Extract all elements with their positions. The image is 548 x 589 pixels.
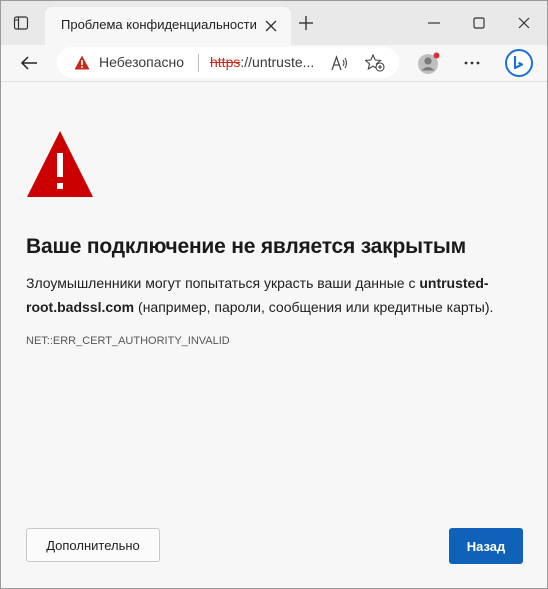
profile-avatar-icon[interactable] [417, 51, 441, 75]
new-tab-plus-icon[interactable] [297, 14, 315, 32]
browser-window: Проблема конфиденциальности Небезопасно [0, 0, 548, 589]
url-scheme: https [210, 54, 241, 70]
tab-strip: Проблема конфиденциальности [1, 1, 547, 45]
page-heading: Ваше подключение не является закрытым [26, 235, 466, 258]
error-description: Злоумышленники могут попытаться украсть … [26, 271, 526, 319]
minimize-icon[interactable] [425, 14, 443, 32]
address-bar[interactable]: Небезопасно https://untruste... [57, 47, 399, 78]
back-button[interactable]: Назад [449, 528, 523, 564]
navigation-toolbar: Небезопасно https://untruste... [1, 45, 547, 82]
tab-active[interactable]: Проблема конфиденциальности [45, 7, 291, 45]
more-dots-icon[interactable] [463, 54, 481, 72]
advanced-button[interactable]: Дополнительно [26, 528, 160, 562]
address-separator [198, 54, 199, 72]
error-code[interactable]: NET::ERR_CERT_AUTHORITY_INVALID [26, 335, 230, 347]
not-secure-label[interactable]: Небезопасно [99, 54, 184, 70]
error-page: Ваше подключение не является закрытым Зл… [1, 82, 547, 588]
add-favorite-icon[interactable] [364, 53, 385, 72]
tab-actions-icon[interactable] [13, 15, 29, 31]
window-close-icon[interactable] [515, 14, 533, 32]
bing-copilot-icon[interactable] [505, 49, 533, 77]
tab-title: Проблема конфиденциальности [61, 17, 257, 32]
warning-triangle-icon [25, 129, 95, 199]
desc-text-after: (например, пароли, сообщения или кредитн… [134, 299, 494, 315]
tab-close-icon[interactable] [263, 18, 279, 34]
back-arrow-icon[interactable] [19, 53, 39, 73]
maximize-icon[interactable] [470, 14, 488, 32]
desc-text-before: Злоумышленники могут попытаться украсть … [26, 275, 420, 291]
url-rest: ://untruste... [240, 54, 315, 70]
not-secure-warning-icon[interactable] [74, 55, 90, 70]
url-text[interactable]: https://untruste... [210, 54, 314, 70]
read-aloud-icon[interactable] [331, 55, 349, 71]
